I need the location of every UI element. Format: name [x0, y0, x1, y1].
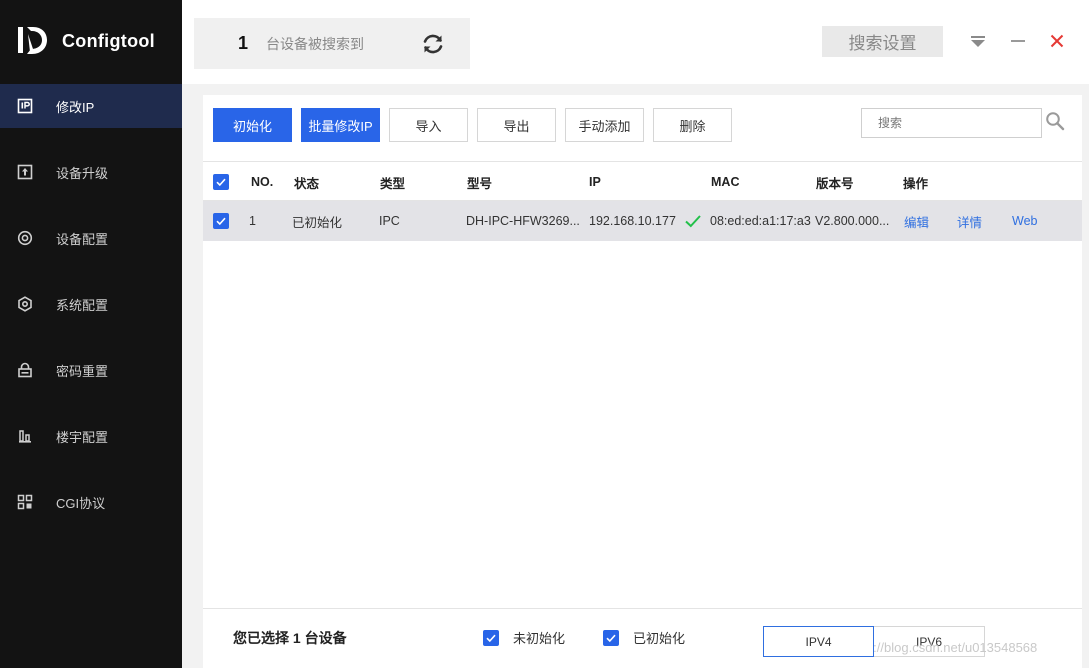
dropdown-menu-icon[interactable]	[968, 30, 988, 52]
sidebar-item-building-config[interactable]: 楼宇配置	[0, 414, 182, 458]
cell-ip: 192.168.10.177	[589, 214, 676, 228]
sidebar-item-label: 修改IP	[56, 99, 95, 115]
device-panel: 初始化 批量修改IP 导入 导出 手动添加 删除 NO. 状态 类型 型号 IP…	[203, 95, 1082, 668]
device-count-label: 台设备被搜索到	[266, 35, 365, 52]
sidebar-item-device-config[interactable]: 设备配置	[0, 216, 182, 260]
column-header-version: 版本号	[816, 176, 854, 191]
building-chart-icon	[16, 427, 34, 445]
sidebar-item-cgi-protocol[interactable]: CGI协议	[0, 480, 182, 524]
close-icon[interactable]	[1047, 30, 1067, 52]
filter-uninitialized-checkbox[interactable]	[483, 629, 499, 646]
manual-add-button[interactable]: 手动添加	[565, 108, 644, 142]
hexagon-settings-icon	[16, 295, 34, 313]
filter-uninitialized-label: 未初始化	[513, 631, 566, 646]
cell-version: V2.800.000...	[815, 214, 890, 228]
sidebar-nav: 修改IP 设备升级 设备配置 系统配置 密码重置 楼宇配置 CGI协议	[0, 84, 182, 546]
column-header-type: 类型	[380, 176, 406, 191]
table-header: NO. 状态 类型 型号 IP MAC 版本号 操作	[203, 161, 1082, 201]
sidebar-item-label: 密码重置	[56, 363, 109, 379]
minimize-icon[interactable]	[1008, 30, 1028, 52]
cell-no: 1	[249, 214, 256, 228]
column-header-ip: IP	[589, 175, 601, 189]
ipv4-tab[interactable]: IPV4	[763, 626, 874, 657]
header-cell	[213, 162, 229, 202]
cell-status: 已初始化	[292, 215, 343, 230]
details-link[interactable]: 详情	[957, 201, 982, 241]
sidebar-item-modify-ip[interactable]: 修改IP	[0, 84, 182, 128]
delete-button[interactable]: 删除	[653, 108, 732, 142]
column-header-mac: MAC	[711, 175, 740, 189]
search-icon[interactable]	[1045, 111, 1065, 131]
sidebar-item-label: CGI协议	[56, 495, 106, 511]
device-count-box: 1 台设备被搜索到	[194, 18, 470, 69]
search-input[interactable]	[861, 108, 1042, 138]
ip-icon	[16, 97, 34, 115]
sidebar-item-label: 设备配置	[56, 231, 109, 247]
device-count: 1	[238, 33, 249, 53]
success-check-icon	[684, 201, 702, 241]
logo-mark-icon	[18, 27, 47, 54]
import-button[interactable]: 导入	[389, 108, 468, 142]
export-button[interactable]: 导出	[477, 108, 556, 142]
web-link[interactable]: Web	[1012, 201, 1037, 241]
app-logo: Configtool	[16, 24, 155, 58]
column-header-model: 型号	[467, 176, 493, 191]
lock-icon	[16, 361, 34, 379]
column-header-actions: 操作	[903, 176, 929, 191]
selected-count-text: 您已选择 1 台设备	[233, 629, 347, 646]
column-header-no: NO.	[251, 175, 274, 189]
checkmark-icon	[486, 634, 496, 642]
checkmark-icon	[606, 634, 616, 642]
filter-initialized-checkbox[interactable]	[603, 629, 619, 646]
sidebar-item-label: 楼宇配置	[56, 429, 109, 445]
cell-mac: 08:ed:ed:a1:17:a3	[710, 214, 811, 228]
filter-uninitialized[interactable]: 未初始化	[483, 609, 565, 666]
checkmark-icon	[216, 178, 226, 187]
search-settings-button[interactable]: 搜索设置	[822, 26, 943, 57]
sidebar-item-label: 系统配置	[56, 297, 109, 313]
cell-type: IPC	[379, 214, 400, 228]
selection-footer: 您已选择 1 台设备 未初始化 已初始化 IPV4 IPV6	[203, 608, 1082, 668]
sidebar-item-device-upgrade[interactable]: 设备升级	[0, 150, 182, 194]
row-checkbox-cell	[213, 201, 229, 241]
filter-initialized-label: 已初始化	[633, 631, 686, 646]
row-checkbox[interactable]	[213, 213, 229, 229]
target-icon	[16, 229, 34, 247]
sidebar-item-system-config[interactable]: 系统配置	[0, 282, 182, 326]
app-name: Configtool	[62, 30, 155, 51]
column-header-status: 状态	[294, 176, 320, 191]
toolbar: 初始化 批量修改IP 导入 导出 手动添加 删除	[203, 95, 1082, 159]
cell-model: DH-IPC-HFW3269...	[466, 214, 580, 228]
header-bar: 1 台设备被搜索到 搜索设置	[182, 0, 1089, 84]
batch-modify-ip-button[interactable]: 批量修改IP	[301, 108, 380, 142]
filter-initialized[interactable]: 已初始化	[603, 609, 685, 666]
checkmark-icon	[216, 217, 226, 226]
sidebar-item-label: 设备升级	[56, 165, 109, 181]
sidebar-item-password-reset[interactable]: 密码重置	[0, 348, 182, 392]
initialize-button[interactable]: 初始化	[213, 108, 292, 142]
grid-protocol-icon	[16, 493, 34, 511]
refresh-icon[interactable]	[420, 31, 446, 57]
table-row[interactable]: 1 已初始化 IPC DH-IPC-HFW3269... 192.168.10.…	[203, 201, 1082, 241]
upgrade-icon	[16, 163, 34, 181]
edit-link[interactable]: 编辑	[904, 201, 929, 241]
sidebar: Configtool 修改IP 设备升级 设备配置 系统配置 密码重置 楼宇配置…	[0, 0, 182, 668]
select-all-checkbox[interactable]	[213, 174, 229, 190]
